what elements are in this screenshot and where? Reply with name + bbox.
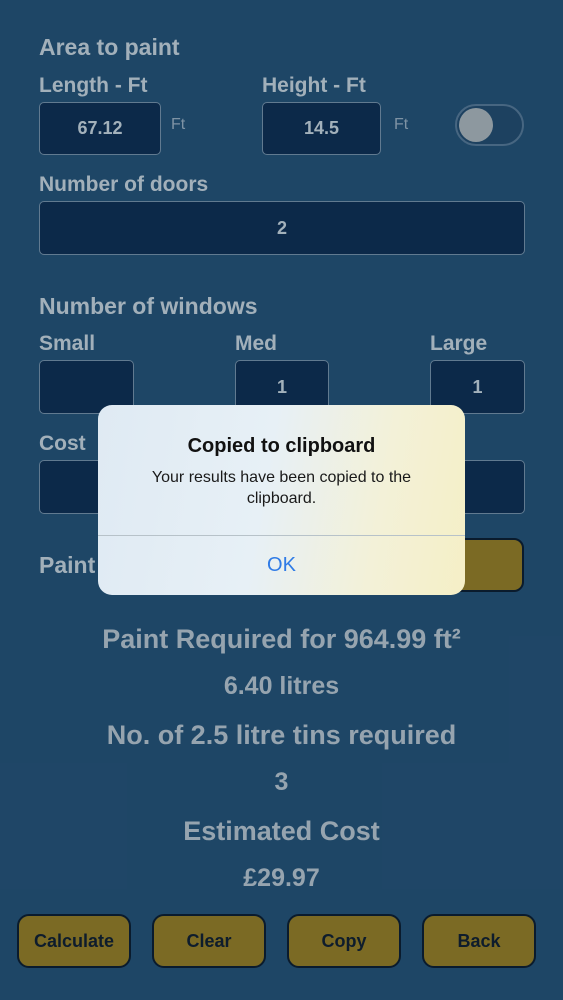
alert-message: Your results have been copied to the cli… (151, 469, 412, 507)
alert-title: Copied to clipboard (187, 435, 376, 457)
clipboard-alert: Copied to clipboard Your results have be… (98, 405, 465, 595)
alert-ok-button[interactable]: OK (98, 536, 465, 595)
